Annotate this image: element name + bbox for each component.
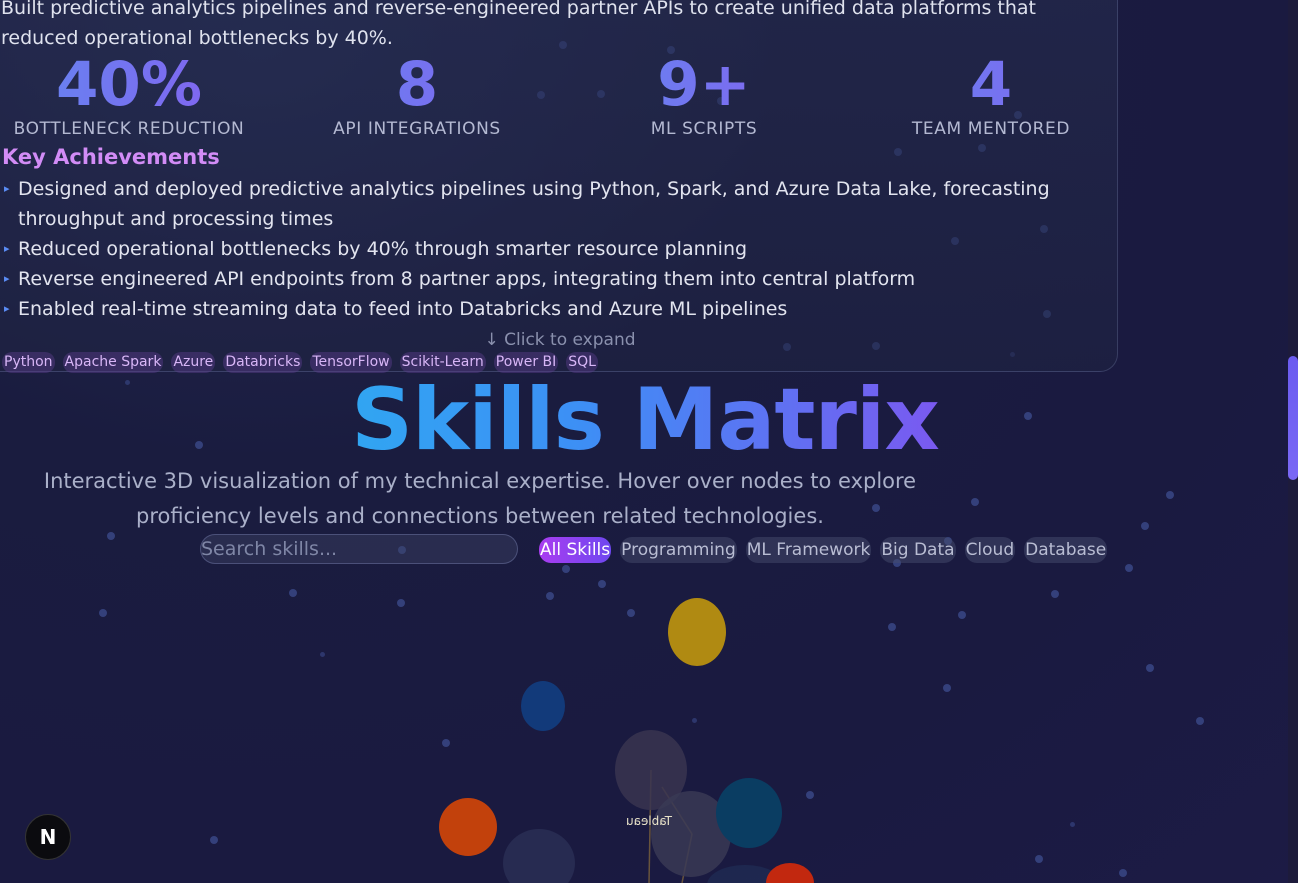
achievement-text: Enabled real-time streaming data to feed… — [18, 298, 788, 320]
search-skills-input[interactable] — [200, 534, 518, 564]
achievements-list: ▸ Designed and deployed predictive analyt… — [0, 174, 1090, 324]
skill-filters: All Skills Programming ML Framework Big … — [539, 537, 1108, 563]
tag-python: Python — [2, 352, 55, 373]
bullet-arrow-icon: ▸ — [4, 272, 10, 285]
achievement-text: Reduced operational bottlenecks by 40% t… — [18, 238, 748, 260]
stat-api: 8 API INTEGRATIONS — [267, 53, 567, 140]
stat-value: 4 — [841, 53, 1141, 117]
stats-row: 40% BOTTLENECK REDUCTION 8 API INTEGRATI… — [0, 53, 1118, 140]
stat-bottleneck: 40% BOTTLENECK REDUCTION — [0, 53, 279, 140]
stat-ml-scripts: 9+ ML SCRIPTS — [554, 53, 854, 140]
skill-node[interactable] — [521, 681, 565, 731]
skills-3d-visualization[interactable]: Tableau — [0, 580, 1290, 883]
list-item: ▸ Designed and deployed predictive analyt… — [0, 174, 1090, 234]
expand-toggle[interactable]: ↓ Click to expand — [0, 330, 1120, 350]
bullet-arrow-icon: ▸ — [4, 302, 10, 315]
list-item: ▸ Reduced operational bottlenecks by 40% … — [0, 234, 1090, 264]
filter-ml-framework[interactable]: ML Framework — [745, 537, 872, 563]
stat-value: 9+ — [554, 53, 854, 117]
skill-node[interactable] — [668, 598, 726, 666]
bullet-arrow-icon: ▸ — [4, 182, 10, 195]
list-item: ▸ Enabled real-time streaming data to fee… — [0, 294, 1090, 324]
skill-node[interactable] — [716, 778, 782, 848]
stat-value: 8 — [267, 53, 567, 117]
skills-matrix-subtitle: Interactive 3D visualization of my techn… — [43, 469, 917, 528]
filter-big-data[interactable]: Big Data — [880, 537, 956, 563]
achievement-text: Reverse engineered API endpoints from 8 … — [18, 268, 916, 290]
skill-node-label: Tableau — [626, 814, 673, 828]
experience-summary: Built predictive analytics pipelines and… — [1, 0, 1036, 49]
filter-cloud[interactable]: Cloud — [964, 537, 1016, 563]
achievement-text: Designed and deployed predictive analyti… — [18, 178, 1050, 230]
skill-node[interactable] — [503, 829, 575, 883]
skills-matrix-title: Skills Matrix — [0, 374, 1290, 466]
filter-database[interactable]: Database — [1024, 537, 1108, 563]
stat-team: 4 TEAM MENTORED — [841, 53, 1141, 140]
experience-card[interactable]: Built predictive analytics pipelines and… — [0, 0, 1120, 373]
filter-all-skills[interactable]: All Skills — [539, 537, 612, 563]
stat-label: BOTTLENECK REDUCTION — [13, 119, 245, 139]
skill-node[interactable] — [766, 863, 814, 883]
list-item: ▸ Reverse engineered API endpoints from 8… — [0, 264, 1090, 294]
tag-azure: Azure — [171, 352, 216, 373]
stat-label: TEAM MENTORED — [911, 119, 1071, 139]
nextjs-badge-icon[interactable]: N — [25, 814, 71, 860]
skill-node[interactable] — [439, 798, 497, 856]
skills-graph-canvas[interactable]: Tableau — [0, 580, 1290, 883]
tag-apache-spark: Apache Spark — [62, 352, 164, 373]
filter-programming[interactable]: Programming — [620, 537, 737, 563]
bullet-arrow-icon: ▸ — [4, 242, 10, 255]
stat-label: API INTEGRATIONS — [333, 119, 501, 139]
scrollbar[interactable] — [1288, 0, 1298, 883]
stat-label: ML SCRIPTS — [650, 119, 758, 139]
stat-value: 40% — [0, 53, 279, 117]
scrollbar-thumb[interactable] — [1288, 356, 1298, 480]
tag-databricks: Databricks — [223, 352, 303, 373]
achievements-heading: Key Achievements — [2, 145, 220, 169]
